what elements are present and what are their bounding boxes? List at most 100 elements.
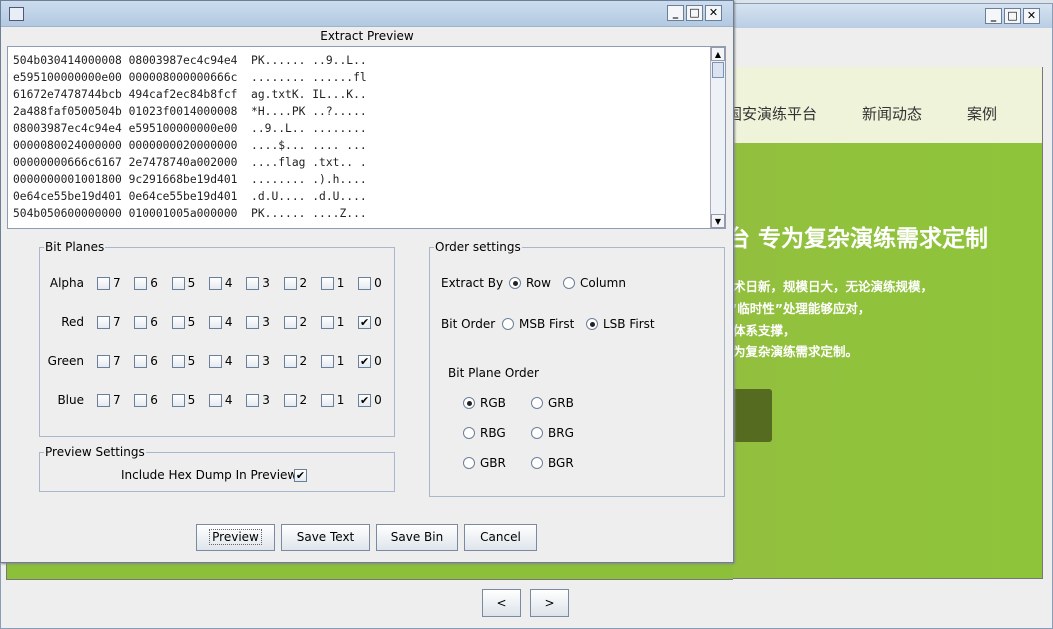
- plane-order-grb-radio[interactable]: GRB: [531, 396, 574, 410]
- bit-checkbox-blue-0[interactable]: ✔ 0: [358, 393, 382, 407]
- bit-checkbox-green-3[interactable]: 3: [246, 354, 270, 368]
- bit-order-msb-first-radio[interactable]: MSB First: [502, 317, 574, 331]
- nav-item[interactable]: 新闻动态: [862, 103, 922, 124]
- checkbox-box[interactable]: [171, 315, 185, 329]
- scroll-down-icon[interactable]: ▼: [711, 214, 725, 228]
- hex-preview-area[interactable]: 504b030414000008 08003987ec4c94e4 PK....…: [7, 46, 726, 229]
- bit-checkbox-green-4[interactable]: 4: [208, 354, 233, 368]
- bit-checkbox-red-5[interactable]: 5: [171, 315, 195, 329]
- checkbox-box[interactable]: [134, 315, 148, 329]
- radio-circle[interactable]: [531, 457, 543, 469]
- checkbox-box[interactable]: [97, 276, 110, 290]
- radio-circle[interactable]: [586, 318, 598, 330]
- checkbox-box[interactable]: [283, 354, 297, 368]
- save-text-button[interactable]: Save Text: [281, 524, 370, 551]
- plane-order-rgb-radio[interactable]: RGB: [463, 396, 506, 410]
- checkbox-box[interactable]: [208, 315, 222, 329]
- radio-circle[interactable]: [502, 318, 514, 330]
- hero-button[interactable]: [733, 389, 772, 442]
- close-button[interactable]: ✕: [705, 5, 722, 21]
- checkbox-box[interactable]: [97, 315, 110, 329]
- checkbox-box[interactable]: [246, 393, 260, 407]
- checkbox-box[interactable]: [320, 393, 334, 407]
- checkbox-box[interactable]: ✔: [358, 393, 372, 407]
- minimize-button[interactable]: _: [985, 8, 1002, 24]
- checkbox-box[interactable]: [171, 393, 185, 407]
- radio-circle[interactable]: [531, 397, 543, 409]
- bit-checkbox-alpha-4[interactable]: 4: [208, 276, 233, 290]
- checkbox-box[interactable]: [134, 393, 148, 407]
- checkbox-box[interactable]: [283, 276, 297, 290]
- close-button[interactable]: ✕: [1023, 8, 1040, 24]
- checkbox-box[interactable]: [208, 393, 222, 407]
- checkbox-box[interactable]: ✔: [358, 315, 372, 329]
- checkbox-box[interactable]: [208, 354, 222, 368]
- bit-checkbox-blue-1[interactable]: 1: [320, 393, 344, 407]
- bit-checkbox-blue-6[interactable]: 6: [134, 393, 158, 407]
- bit-checkbox-green-5[interactable]: 5: [171, 354, 195, 368]
- checkbox-box[interactable]: [134, 354, 148, 368]
- plane-order-gbr-radio[interactable]: GBR: [463, 456, 506, 470]
- bit-checkbox-blue-4[interactable]: 4: [208, 393, 233, 407]
- bit-checkbox-alpha-3[interactable]: 3: [246, 276, 270, 290]
- next-button[interactable]: >: [530, 589, 569, 617]
- nav-item[interactable]: 国安演练平台: [733, 103, 817, 124]
- vertical-scrollbar[interactable]: ▲ ▼: [710, 47, 725, 228]
- cancel-button[interactable]: Cancel: [464, 524, 537, 551]
- checkbox-box[interactable]: [246, 354, 260, 368]
- checkbox-box[interactable]: [97, 393, 110, 407]
- bit-checkbox-red-2[interactable]: 2: [283, 315, 307, 329]
- bit-checkbox-green-2[interactable]: 2: [283, 354, 307, 368]
- radio-circle[interactable]: [509, 277, 521, 289]
- extract-by-row-radio[interactable]: Row: [509, 276, 551, 290]
- minimize-button[interactable]: _: [667, 5, 684, 21]
- checkbox-box[interactable]: [171, 276, 185, 290]
- checkbox-box[interactable]: [246, 315, 260, 329]
- bit-checkbox-green-7[interactable]: 7: [97, 354, 121, 368]
- radio-circle[interactable]: [563, 277, 575, 289]
- radio-circle[interactable]: [463, 397, 475, 409]
- checkbox-box[interactable]: [283, 315, 297, 329]
- nav-item[interactable]: 案例: [967, 103, 997, 124]
- checkbox-box[interactable]: [283, 393, 297, 407]
- bit-checkbox-red-6[interactable]: 6: [134, 315, 158, 329]
- checkbox-box[interactable]: [97, 354, 110, 368]
- bit-checkbox-blue-7[interactable]: 7: [97, 393, 121, 407]
- bit-checkbox-alpha-2[interactable]: 2: [283, 276, 307, 290]
- bit-checkbox-blue-3[interactable]: 3: [246, 393, 270, 407]
- bit-checkbox-red-7[interactable]: 7: [97, 315, 121, 329]
- hex-dump-checkbox[interactable]: ✔: [294, 469, 307, 482]
- bit-checkbox-alpha-0[interactable]: 0: [358, 276, 382, 290]
- checkbox-box[interactable]: [171, 354, 185, 368]
- bit-checkbox-red-4[interactable]: 4: [208, 315, 233, 329]
- maximize-button[interactable]: □: [686, 5, 703, 21]
- checkbox-box[interactable]: [208, 276, 222, 290]
- scroll-up-icon[interactable]: ▲: [711, 47, 725, 61]
- checkbox-box[interactable]: [320, 354, 334, 368]
- bit-checkbox-green-0[interactable]: ✔ 0: [358, 354, 382, 368]
- radio-circle[interactable]: [463, 457, 475, 469]
- radio-circle[interactable]: [463, 427, 475, 439]
- bit-checkbox-green-1[interactable]: 1: [320, 354, 344, 368]
- checkbox-box[interactable]: [134, 276, 148, 290]
- save-bin-button[interactable]: Save Bin: [376, 524, 458, 551]
- checkbox-box[interactable]: [246, 276, 260, 290]
- bit-checkbox-alpha-5[interactable]: 5: [171, 276, 195, 290]
- bit-checkbox-green-6[interactable]: 6: [134, 354, 158, 368]
- bit-checkbox-alpha-7[interactable]: 7: [97, 276, 121, 290]
- bit-checkbox-blue-2[interactable]: 2: [283, 393, 307, 407]
- bit-checkbox-blue-5[interactable]: 5: [171, 393, 195, 407]
- prev-button[interactable]: <: [482, 589, 521, 617]
- plane-order-rbg-radio[interactable]: RBG: [463, 426, 506, 440]
- plane-order-brg-radio[interactable]: BRG: [531, 426, 574, 440]
- bit-checkbox-alpha-1[interactable]: 1: [320, 276, 344, 290]
- bit-checkbox-alpha-6[interactable]: 6: [134, 276, 158, 290]
- preview-button[interactable]: Preview: [196, 524, 275, 551]
- plane-order-bgr-radio[interactable]: BGR: [531, 456, 574, 470]
- bit-checkbox-red-0[interactable]: ✔ 0: [358, 315, 382, 329]
- bit-order-lsb-first-radio[interactable]: LSB First: [586, 317, 655, 331]
- extract-by-column-radio[interactable]: Column: [563, 276, 626, 290]
- bit-checkbox-red-3[interactable]: 3: [246, 315, 270, 329]
- radio-circle[interactable]: [531, 427, 543, 439]
- checkbox-box[interactable]: [320, 276, 334, 290]
